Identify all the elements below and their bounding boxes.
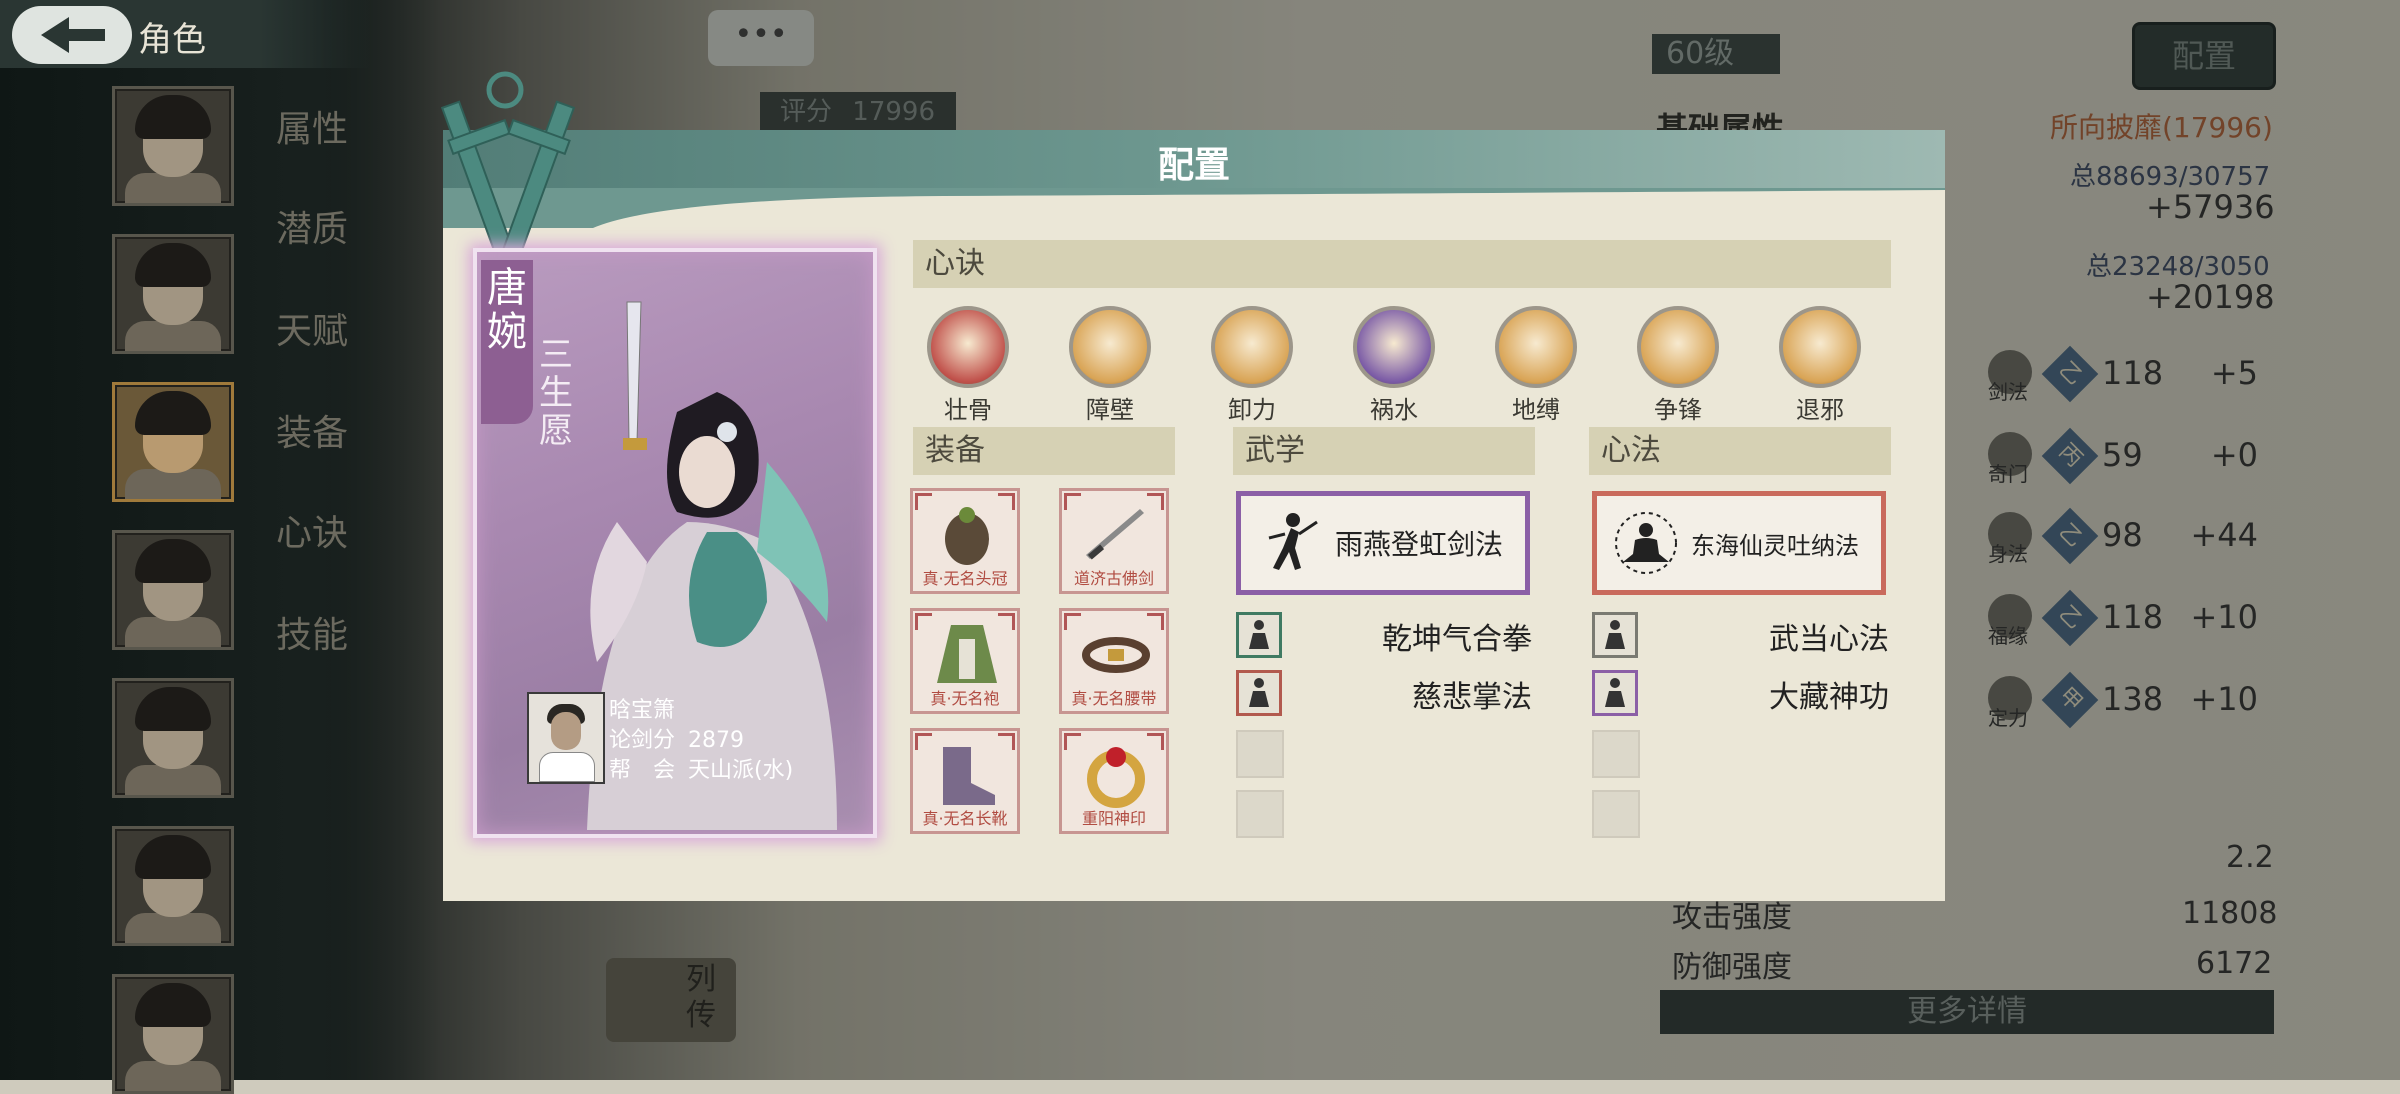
mental-secondary-label[interactable]: 大藏神功	[1769, 672, 1889, 716]
boots-icon	[943, 747, 995, 805]
page-title: 角色	[138, 20, 206, 60]
fist-icon	[1637, 306, 1719, 388]
xinjue-skill-label: 争锋	[1654, 396, 1702, 424]
meditating-monk-icon	[1615, 512, 1677, 574]
belt-icon	[1082, 637, 1150, 673]
spiral-icon	[1495, 306, 1577, 388]
gate-icon	[1779, 306, 1861, 388]
shield-wall-icon	[1069, 306, 1151, 388]
xinjue-section-header: 心诀	[913, 240, 1891, 288]
ring-icon	[1087, 747, 1145, 808]
equipment-label: 真·无名腰带	[1071, 689, 1157, 708]
character-portrait[interactable]	[112, 86, 234, 206]
martial-section-header: 武学	[1233, 427, 1535, 475]
sidebar-tab[interactable]: 心诀	[276, 504, 348, 556]
equipment-slot[interactable]: 道济古佛剑	[1059, 488, 1169, 594]
character-portrait[interactable]	[112, 678, 234, 798]
mental-secondary-label[interactable]: 武当心法	[1769, 614, 1889, 658]
empty-slot[interactable]	[1592, 730, 1640, 778]
mental-main-slot[interactable]: 东海仙灵吐纳法	[1592, 491, 1886, 595]
red-rune-icon	[927, 306, 1009, 388]
player-info: 晗宝箫 论剑分 2879 帮 会 天山派(水)	[527, 692, 827, 792]
character-vow: 三生愿	[539, 335, 573, 451]
xinjue-skill[interactable]: 卸力	[1207, 306, 1297, 425]
character-portrait[interactable]	[112, 382, 234, 502]
modal-title: 配置	[1157, 144, 1230, 186]
crown-icon	[945, 507, 989, 565]
equipment-section-header: 装备	[913, 427, 1175, 475]
player-name: 晗宝箫	[609, 698, 676, 723]
back-arrow-icon	[41, 17, 105, 53]
character-portrait[interactable]	[112, 530, 234, 650]
guild-value: 天山派(水)	[688, 758, 794, 783]
sidebar-tab[interactable]: 技能	[276, 606, 348, 658]
equipment-slot[interactable]: 重阳神印	[1059, 728, 1169, 834]
martial-skill-icon[interactable]	[1236, 670, 1282, 716]
martial-main-label: 雨燕登虹剑法	[1335, 528, 1504, 561]
character-portrait[interactable]	[112, 234, 234, 354]
sword-icon	[1086, 509, 1144, 560]
equipment-label: 道济古佛剑	[1073, 569, 1154, 588]
xinjue-skill[interactable]: 争锋	[1633, 306, 1723, 425]
martial-main-slot[interactable]: 雨燕登虹剑法	[1236, 491, 1530, 595]
equipment-slot[interactable]: 真·无名腰带	[1059, 608, 1169, 714]
equipment-label: 真·无名长靴	[922, 809, 1008, 828]
xinjue-skill-label: 祸水	[1370, 396, 1418, 424]
sidebar-tab[interactable]: 潜质	[276, 200, 348, 252]
sidebar-tab[interactable]: 属性	[276, 100, 348, 152]
config-modal: 配置 唐婉 三生愿 晗宝箫 论剑分 2879 帮 会 天山派(水) 心诀 壮骨 …	[440, 71, 1945, 901]
equipment-label: 真·无名头冠	[922, 569, 1008, 588]
guild-row: 帮 会 天山派(水)	[609, 752, 793, 784]
xinjue-skill[interactable]: 地缚	[1491, 306, 1581, 425]
equipment-label: 真·无名袍	[930, 689, 1000, 708]
purple-figure-icon	[1353, 306, 1435, 388]
sword-score-row: 论剑分 2879	[609, 722, 744, 754]
xinjue-skill-label: 障壁	[1086, 396, 1134, 424]
martial-secondary-label[interactable]: 乾坤气合拳	[1382, 614, 1532, 658]
sword-score-value: 2879	[688, 728, 745, 753]
equipment-slot[interactable]: 真·无名长靴	[910, 728, 1020, 834]
xinjue-skill[interactable]: 障壁	[1065, 306, 1155, 425]
empty-slot[interactable]	[1236, 790, 1284, 838]
martial-skill-icon[interactable]	[1236, 612, 1282, 658]
equipment-slot[interactable]: 真·无名头冠	[910, 488, 1020, 594]
back-button[interactable]	[12, 6, 132, 64]
mental-skill-icon[interactable]	[1592, 670, 1638, 716]
guild-label: 帮 会	[609, 758, 676, 783]
player-avatar	[527, 692, 605, 784]
xinjue-skill-label: 壮骨	[944, 396, 992, 424]
xinjue-skill[interactable]: 祸水	[1349, 306, 1439, 425]
swirl-icon	[1211, 306, 1293, 388]
sword-score-label: 论剑分	[609, 728, 676, 753]
xinjue-skill[interactable]: 壮骨	[923, 306, 1013, 425]
mental-main-label: 东海仙灵吐纳法	[1691, 531, 1859, 560]
empty-slot[interactable]	[1592, 790, 1640, 838]
xinjue-skill-label: 退邪	[1796, 396, 1844, 424]
xinjue-skill-label: 卸力	[1228, 396, 1276, 424]
character-portrait[interactable]	[112, 974, 234, 1094]
martial-secondary-label[interactable]: 慈悲掌法	[1412, 672, 1532, 716]
swordsman-icon	[1268, 513, 1318, 570]
mental-skill-icon[interactable]	[1592, 612, 1638, 658]
empty-slot[interactable]	[1236, 730, 1284, 778]
xinjue-skill[interactable]: 退邪	[1775, 306, 1865, 425]
equipment-slot[interactable]: 真·无名袍	[910, 608, 1020, 714]
character-portrait[interactable]	[112, 826, 234, 946]
sidebar-tab[interactable]: 装备	[276, 404, 348, 456]
xinjue-skill-label: 地缚	[1512, 396, 1560, 424]
mental-section-header: 心法	[1589, 427, 1891, 475]
sidebar-tab[interactable]: 天赋	[276, 302, 348, 354]
character-card[interactable]: 唐婉 三生愿 晗宝箫 论剑分 2879 帮 会 天山派(水)	[473, 248, 877, 838]
equipment-label: 重阳神印	[1081, 809, 1146, 828]
modal-header-wave	[443, 188, 1945, 228]
robe-icon	[937, 625, 997, 683]
character-name: 唐婉	[487, 265, 527, 355]
